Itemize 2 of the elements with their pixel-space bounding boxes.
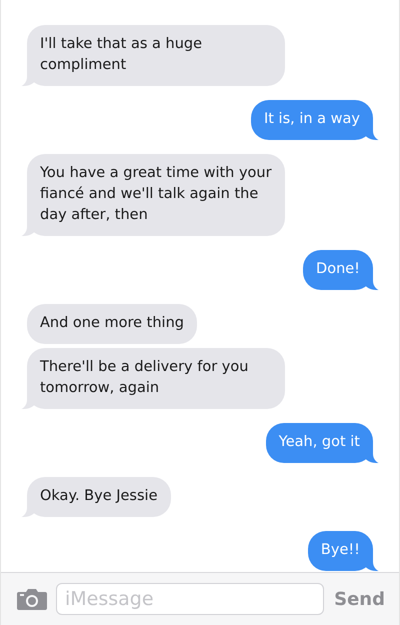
camera-icon[interactable] bbox=[16, 587, 48, 611]
message-input[interactable]: iMessage bbox=[56, 583, 324, 615]
